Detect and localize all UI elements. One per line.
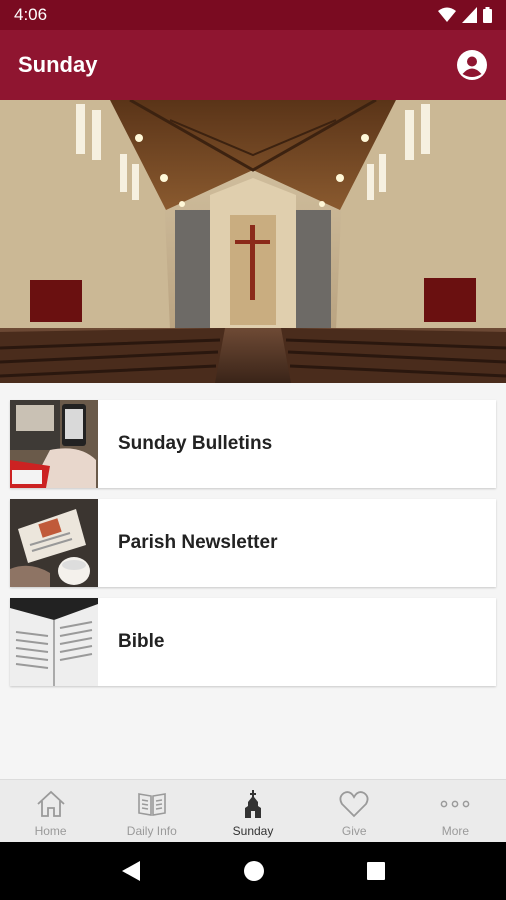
app-bar: Sunday [0,30,506,100]
nav-label: Home [34,824,67,838]
bible-thumbnail [10,598,98,686]
heart-icon [339,791,369,818]
system-nav-bar [0,842,506,900]
nav-label: More [441,824,470,838]
list-item-sunday-bulletins[interactable]: Sunday Bulletins [10,400,496,488]
recents-icon[interactable] [366,861,386,881]
church-interior-image [0,100,506,383]
nav-more[interactable]: More [405,780,506,842]
nav-daily-info[interactable]: Daily Info [101,780,202,842]
back-icon[interactable] [120,859,142,883]
list-item-parish-newsletter[interactable]: Parish Newsletter [10,499,496,587]
status-bar: 4:06 [0,0,506,30]
status-icons [438,7,492,23]
wifi-icon [438,7,456,22]
more-icon [441,800,470,808]
nav-label: Daily Info [126,824,177,838]
bulletins-thumbnail [10,400,98,488]
home-icon [36,790,65,817]
book-icon [137,793,166,816]
profile-icon [457,50,487,80]
page-title: Sunday [18,52,98,77]
nav-home[interactable]: Home [0,780,101,842]
newsletter-thumbnail [10,499,98,587]
nav-label: Sunday [232,824,274,838]
signal-icon [462,7,477,23]
nav-sunday[interactable]: Sunday [202,780,303,842]
profile-button[interactable] [456,49,488,81]
list-item-label: Bible [118,631,165,652]
home-circle-icon[interactable] [243,860,265,882]
nav-label: Give [341,824,367,838]
list-item-label: Sunday Bulletins [118,433,273,454]
church-icon [245,790,261,818]
list-item-label: Parish Newsletter [118,532,278,553]
nav-give[interactable]: Give [304,780,405,842]
status-time: 4:06 [14,5,48,24]
battery-icon [483,7,492,23]
bottom-nav: Home Daily Info Sunday Give More [0,779,506,842]
list-item-bible[interactable]: Bible [10,598,496,686]
